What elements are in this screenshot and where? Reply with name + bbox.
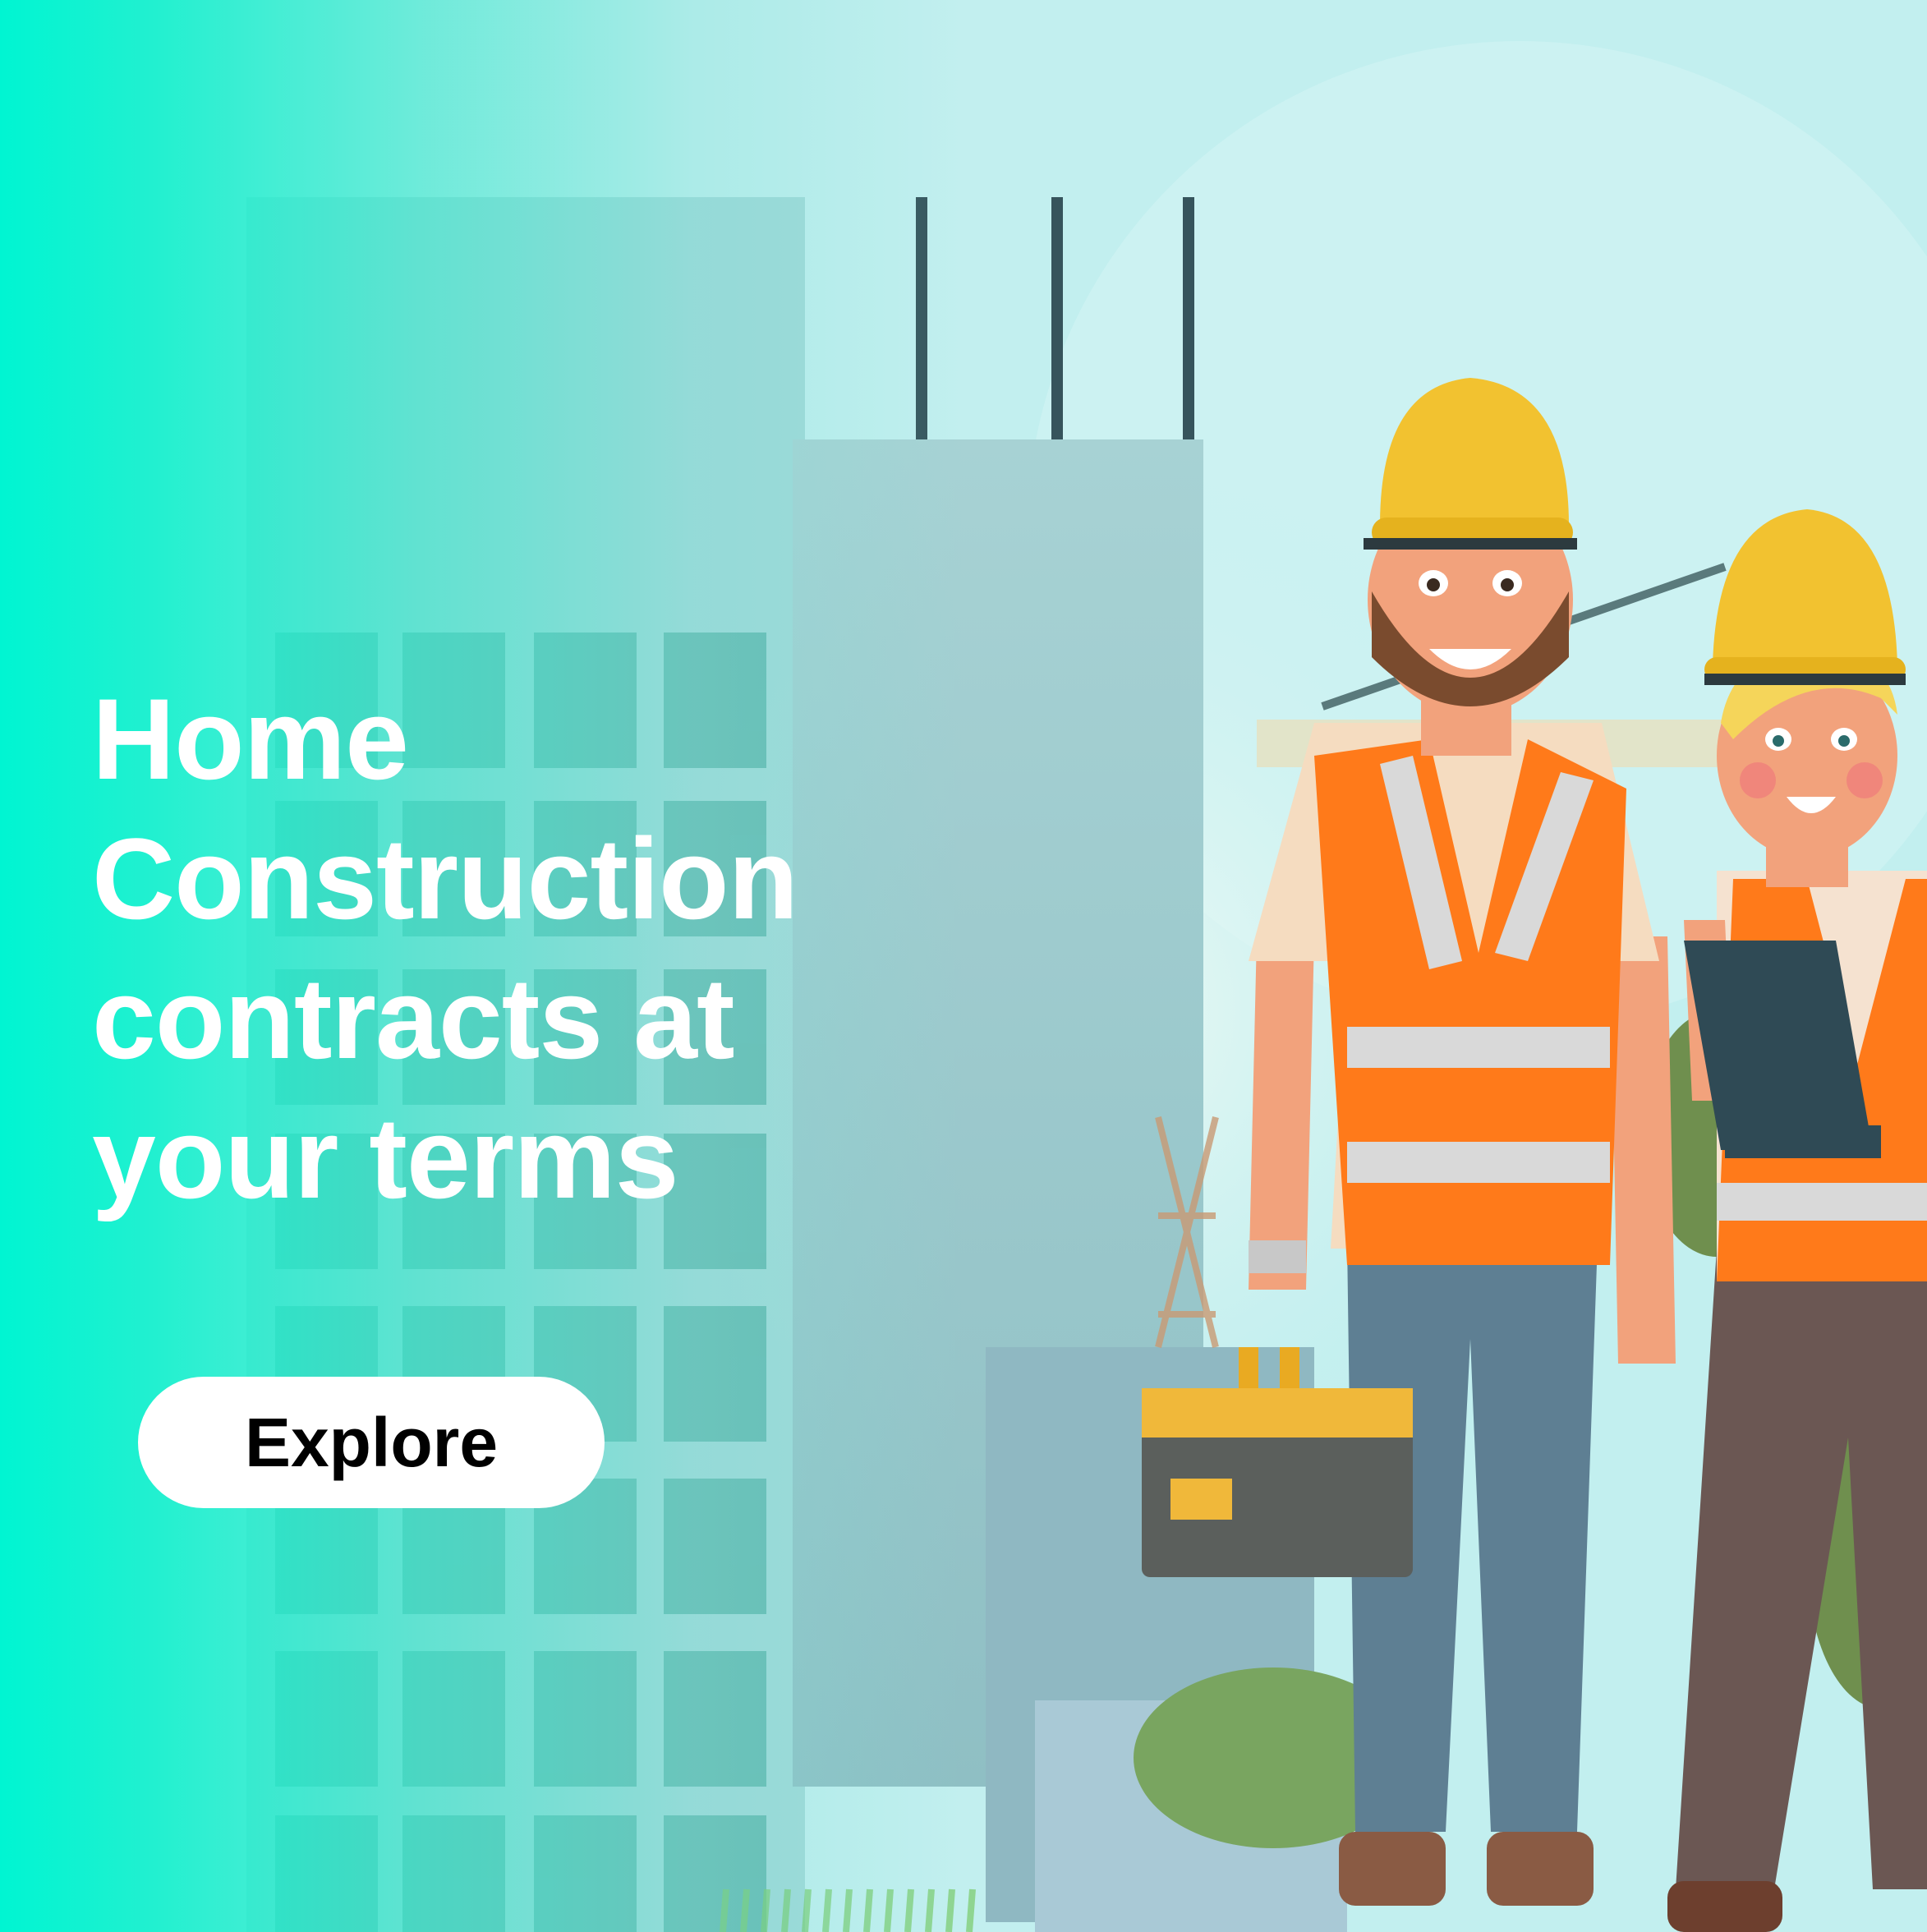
headline-line-3: contracts at bbox=[92, 954, 735, 1083]
explore-button[interactable]: Explore bbox=[138, 1377, 605, 1508]
headline-line-2: Construction bbox=[92, 814, 798, 943]
headline: Home Construction contracts at your term… bbox=[92, 669, 913, 1228]
promo-banner: Home Construction contracts at your term… bbox=[0, 0, 1927, 1932]
headline-line-4: your terms bbox=[92, 1093, 679, 1222]
headline-line-1: Home bbox=[92, 674, 409, 803]
